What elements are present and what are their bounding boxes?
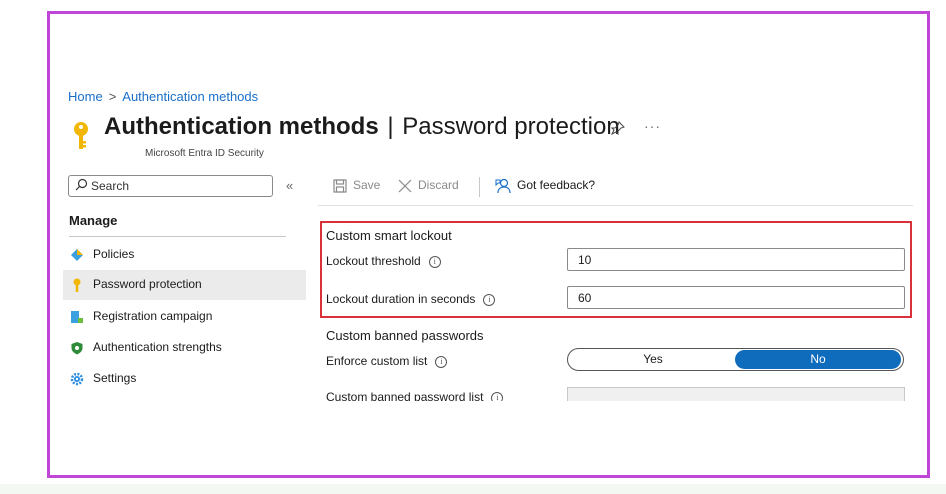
manage-divider	[69, 236, 286, 237]
collapse-sidebar-button[interactable]: «	[286, 178, 293, 193]
lockout-duration-label: Lockout duration in seconds i	[326, 292, 496, 306]
lockout-duration-input[interactable]	[578, 290, 888, 305]
save-icon	[333, 179, 347, 193]
lockout-threshold-label: Lockout threshold i	[326, 254, 441, 268]
page-title-rest: Password protection	[402, 113, 620, 140]
sidebar-item-policies[interactable]: Policies	[63, 240, 306, 270]
toggle-option-yes[interactable]: Yes	[568, 349, 738, 370]
search-box[interactable]	[68, 175, 273, 197]
toolbar-separator	[318, 205, 913, 206]
enforce-custom-list-toggle[interactable]: Yes No	[567, 348, 904, 371]
sidebar-item-label: Password protection	[93, 277, 202, 291]
feedback-label: Got feedback?	[517, 178, 596, 193]
breadcrumb-home[interactable]: Home	[68, 89, 103, 104]
pin-icon[interactable]	[611, 121, 625, 135]
sidebar-item-label: Policies	[93, 247, 135, 261]
lockout-duration-text: Lockout duration in seconds	[326, 292, 476, 306]
toolbar-divider	[479, 177, 480, 197]
shield-icon	[71, 342, 83, 355]
sidebar-item-authentication-strengths[interactable]: Authentication strengths	[63, 333, 306, 363]
sidebar-item-password-protection[interactable]: Password protection	[63, 270, 306, 300]
info-icon[interactable]: i	[483, 293, 496, 306]
lockout-heading: Custom smart lockout	[326, 228, 452, 243]
discard-button[interactable]: Discard	[398, 178, 459, 193]
breadcrumb-current[interactable]: Authentication methods	[122, 89, 258, 104]
breadcrumb: Home > Authentication methods	[68, 89, 258, 104]
page-title: Authentication methods | Password protec…	[104, 113, 620, 141]
sidebar-item-settings[interactable]: Settings	[63, 364, 306, 394]
banned-password-list-textarea[interactable]	[567, 387, 905, 401]
banned-passwords-heading: Custom banned passwords	[326, 328, 484, 343]
save-button[interactable]: Save	[333, 178, 380, 193]
toggle-option-no[interactable]: No	[735, 350, 901, 369]
feedback-button[interactable]: Got feedback?	[495, 178, 595, 194]
lockout-duration-field[interactable]	[567, 286, 905, 309]
key-icon	[74, 122, 88, 149]
registration-icon	[71, 311, 83, 323]
manage-section-title: Manage	[69, 213, 118, 228]
banned-password-list-label: Custom banned password list i	[326, 390, 504, 401]
page-subtitle: Microsoft Entra ID Security	[145, 148, 264, 159]
info-icon[interactable]: i	[491, 391, 504, 401]
more-options-button[interactable]: ···	[644, 118, 661, 134]
lockout-threshold-input[interactable]	[578, 252, 888, 267]
page-title-bold: Authentication methods	[104, 113, 379, 140]
feedback-icon	[495, 178, 511, 194]
sidebar-item-registration-campaign[interactable]: Registration campaign	[63, 302, 306, 332]
key-icon	[73, 278, 81, 292]
search-icon	[75, 178, 88, 191]
sidebar-item-label: Registration campaign	[93, 309, 213, 323]
lockout-threshold-field[interactable]	[567, 248, 905, 271]
search-input[interactable]	[91, 178, 266, 194]
breadcrumb-separator: >	[108, 89, 117, 104]
close-icon	[398, 179, 412, 193]
info-icon[interactable]: i	[428, 255, 441, 268]
enforce-custom-list-text: Enforce custom list	[326, 354, 428, 368]
sidebar-item-label: Authentication strengths	[93, 340, 222, 354]
info-icon[interactable]: i	[435, 355, 448, 368]
enforce-custom-list-label: Enforce custom list i	[326, 354, 448, 368]
bottom-strip	[0, 484, 946, 494]
lockout-threshold-text: Lockout threshold	[326, 254, 421, 268]
sidebar-item-label: Settings	[93, 371, 137, 385]
save-label: Save	[353, 178, 381, 192]
banned-password-list-text: Custom banned password list	[326, 390, 484, 401]
discard-label: Discard	[418, 178, 459, 192]
gear-icon	[70, 372, 84, 386]
policies-icon	[71, 249, 83, 261]
title-separator: |	[387, 113, 394, 140]
